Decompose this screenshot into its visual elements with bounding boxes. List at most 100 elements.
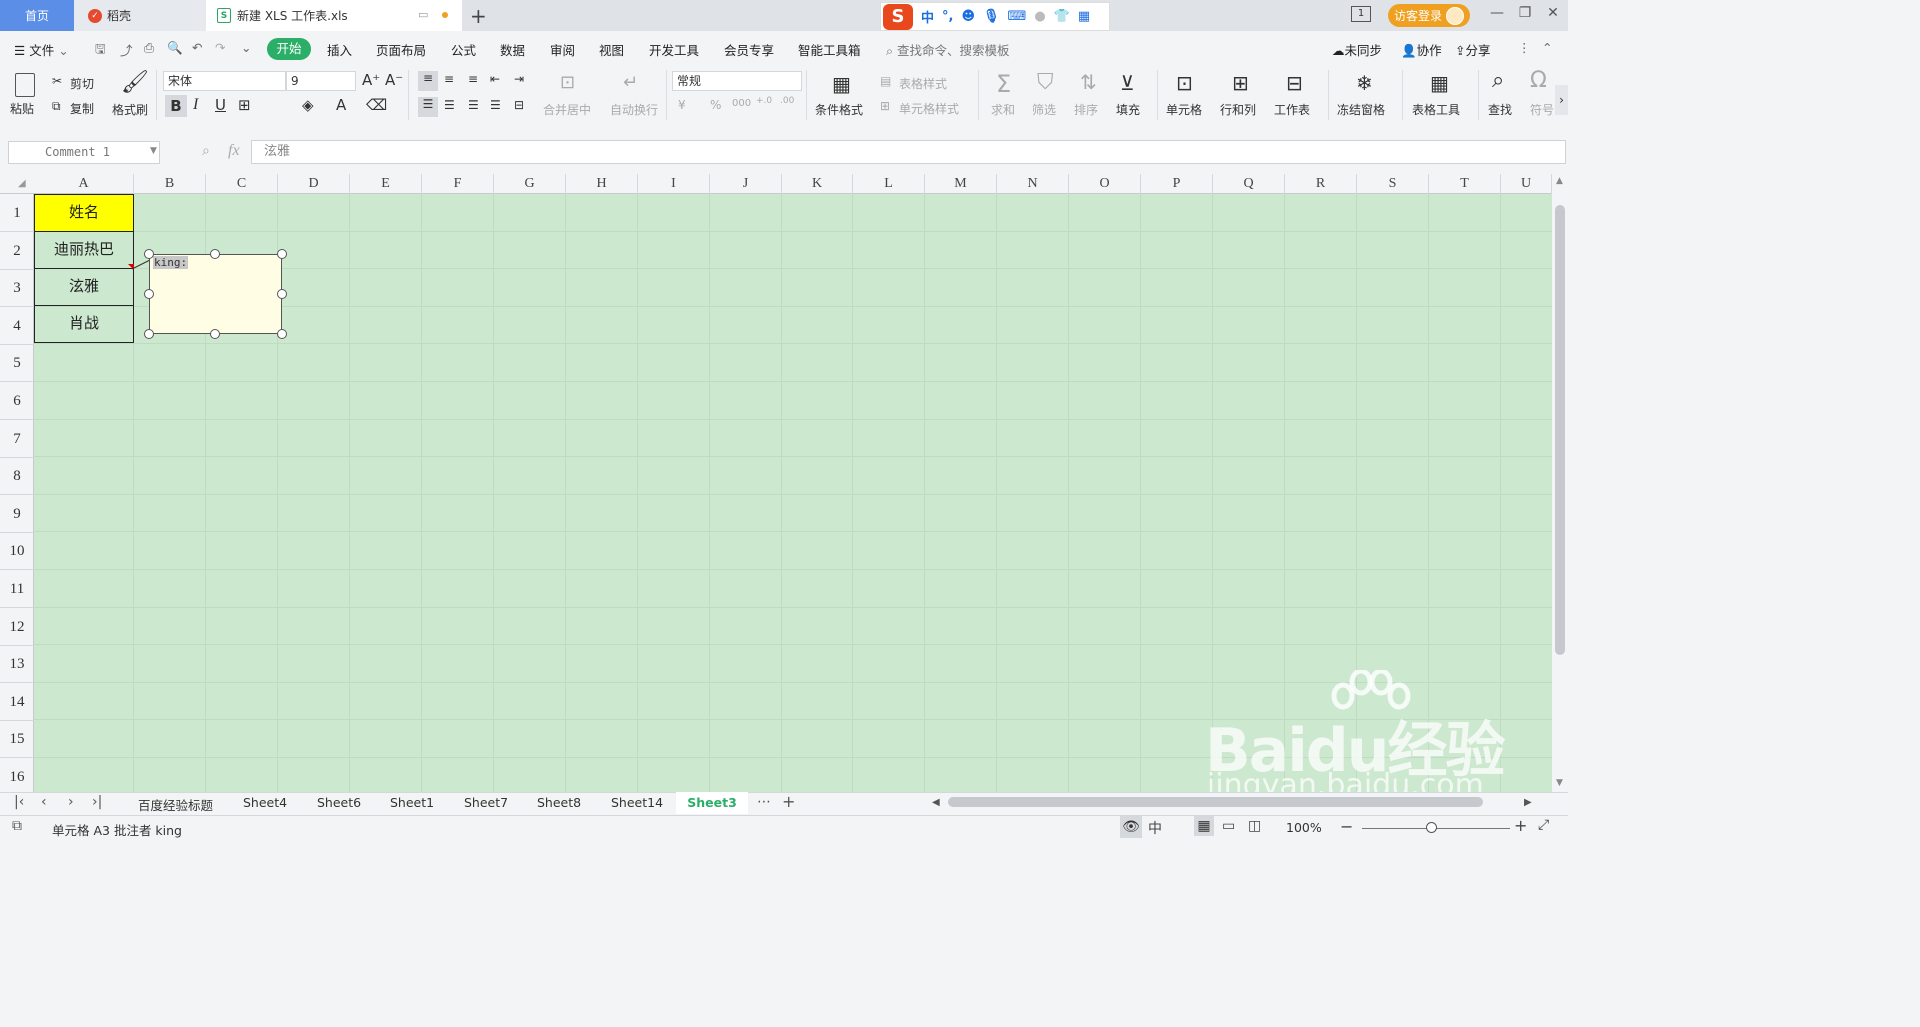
increase-decimal-icon[interactable]: +.0 — [756, 96, 772, 106]
paste-button[interactable]: 粘贴 — [10, 100, 34, 117]
paste-icon[interactable] — [15, 73, 35, 97]
cell-button[interactable]: 单元格 — [1166, 101, 1202, 118]
merge-center-button[interactable]: 合并居中 — [543, 101, 591, 118]
worksheet-button[interactable]: 工作表 — [1274, 101, 1310, 118]
menu-tab-view[interactable]: 视图 — [599, 40, 624, 59]
scroll-up-icon[interactable]: ▲ — [1556, 176, 1563, 186]
input-mode-icon[interactable]: 中 — [1148, 818, 1162, 838]
macro-record-icon[interactable]: ⧉ — [12, 818, 22, 834]
page-layout-view-icon[interactable]: ▭ — [1222, 818, 1235, 834]
column-header-K[interactable]: K — [782, 174, 853, 194]
row-header-16[interactable]: 16 — [0, 758, 34, 796]
ribbon-scroll-right-icon[interactable]: › — [1555, 85, 1568, 115]
column-header-C[interactable]: C — [206, 174, 278, 194]
formula-input[interactable]: 泫雅 — [251, 140, 1566, 164]
zoom-slider-knob[interactable] — [1426, 822, 1437, 833]
menu-tab-insert[interactable]: 插入 — [327, 40, 352, 59]
cell-A2[interactable]: 迪丽热巴 — [34, 231, 134, 269]
column-header-J[interactable]: J — [710, 174, 782, 194]
sort-icon[interactable]: ⇅ — [1080, 70, 1097, 94]
microphone-icon[interactable]: 🎙 — [983, 9, 1000, 24]
resize-handle[interactable] — [144, 249, 154, 259]
tab-document[interactable]: S 新建 XLS 工作表.xls ▭ — [206, 0, 462, 31]
ime-punctuation[interactable]: °, — [942, 9, 953, 24]
cell-style-button[interactable]: 单元格样式 — [899, 100, 959, 117]
underline-button[interactable]: U — [215, 96, 226, 114]
sync-status-button[interactable]: ☁未同步 — [1332, 40, 1382, 59]
fill-button[interactable]: 填充 — [1116, 101, 1140, 118]
format-painter-button[interactable]: 格式刷 — [112, 101, 148, 118]
more-options-icon[interactable]: ⋮ — [1518, 40, 1531, 55]
sheet-tab[interactable]: Sheet8 — [537, 795, 581, 810]
worksheet-icon[interactable]: ⊟ — [1286, 71, 1303, 95]
row-header-14[interactable]: 14 — [0, 683, 34, 721]
format-painter-icon[interactable]: 🖌 — [121, 70, 149, 95]
align-right-icon[interactable]: ☰ — [468, 98, 479, 112]
row-header-13[interactable]: 13 — [0, 645, 34, 683]
collaborate-button[interactable]: 👤协作 — [1401, 40, 1442, 59]
add-sheet-icon[interactable]: + — [782, 792, 795, 811]
zoom-level[interactable]: 100% — [1286, 820, 1322, 835]
number-format-select[interactable]: 常规 — [672, 71, 802, 91]
row-header-4[interactable]: 4 — [0, 307, 34, 345]
sheet-tab[interactable]: Sheet1 — [390, 795, 434, 810]
filter-button[interactable]: 筛选 — [1032, 101, 1056, 118]
distributed-icon[interactable]: ⊟ — [514, 98, 524, 112]
freeze-panes-icon[interactable]: ❄ — [1356, 71, 1373, 95]
table-style-button[interactable]: 表格样式 — [899, 75, 947, 92]
row-header-15[interactable]: 15 — [0, 720, 34, 758]
merge-center-icon[interactable]: ⊡ — [560, 72, 575, 93]
cell-A3[interactable]: 泫雅 — [34, 268, 134, 306]
menu-tab-member[interactable]: 会员专享 — [724, 40, 774, 59]
comment-box[interactable]: king: — [149, 254, 282, 334]
row-header-8[interactable]: 8 — [0, 457, 34, 495]
fill-icon[interactable]: ⊻ — [1120, 71, 1135, 95]
save-as-icon[interactable]: ⤴ — [120, 40, 133, 59]
align-left-icon[interactable]: ☰ — [418, 97, 438, 117]
conditional-format-icon[interactable]: ▦ — [832, 72, 851, 96]
sum-button[interactable]: 求和 — [991, 101, 1015, 118]
cell-icon[interactable]: ⊡ — [1176, 71, 1193, 95]
page-indicator[interactable]: 1 — [1351, 6, 1371, 22]
resize-handle[interactable] — [210, 329, 220, 339]
save-icon[interactable]: 🖫 — [95, 40, 106, 61]
resize-handle[interactable] — [277, 249, 287, 259]
menu-tab-developer[interactable]: 开发工具 — [649, 40, 699, 59]
bold-button[interactable]: B — [165, 95, 187, 117]
sheet-tab[interactable]: Sheet4 — [243, 795, 287, 810]
percent-icon[interactable]: % — [710, 98, 721, 112]
indent-increase-icon[interactable]: ⇥ — [514, 72, 524, 86]
sogou-logo-icon[interactable]: S — [883, 3, 913, 30]
horizontal-scroll-thumb[interactable] — [948, 797, 1483, 807]
ime-mode-chinese[interactable]: 中 — [921, 7, 934, 26]
cell-A4[interactable]: 肖战 — [34, 305, 134, 343]
prev-sheet-icon[interactable]: ‹ — [41, 794, 47, 810]
toolbox-grid-icon[interactable]: ▦ — [1078, 9, 1090, 24]
currency-icon[interactable]: ¥ — [678, 98, 686, 112]
menu-tab-formula[interactable]: 公式 — [451, 40, 476, 59]
column-header-G[interactable]: G — [494, 174, 566, 194]
row-header-12[interactable]: 12 — [0, 608, 34, 646]
sheet-tab[interactable]: 百度经验标题 — [138, 795, 213, 814]
customize-chevron-icon[interactable]: ⌄ — [241, 40, 251, 55]
cut-button[interactable]: 剪切 — [70, 75, 94, 92]
next-sheet-icon[interactable]: › — [68, 794, 74, 810]
column-header-O[interactable]: O — [1069, 174, 1141, 194]
column-header-F[interactable]: F — [422, 174, 494, 194]
select-all-corner[interactable]: ◢ — [18, 178, 26, 189]
fullscreen-icon[interactable]: ⤢ — [1538, 817, 1549, 833]
filter-icon[interactable]: ⛉ — [1037, 70, 1054, 95]
user-icon[interactable]: ● — [1034, 9, 1045, 24]
name-box[interactable]: Comment 1 — [8, 141, 160, 164]
redo-icon[interactable]: ↷ — [215, 40, 225, 55]
row-header-7[interactable]: 7 — [0, 420, 34, 458]
restore-button[interactable]: ❐ — [1514, 5, 1536, 25]
column-header-Q[interactable]: Q — [1213, 174, 1285, 194]
sheet-tab[interactable]: Sheet14 — [611, 795, 663, 810]
row-header-10[interactable]: 10 — [0, 532, 34, 570]
undo-icon[interactable]: ↶ — [192, 40, 202, 55]
tab-home[interactable]: 首页 — [0, 0, 74, 31]
row-header-6[interactable]: 6 — [0, 382, 34, 420]
row-header-11[interactable]: 11 — [0, 570, 34, 608]
file-menu[interactable]: ☰ 文件 ⌄ — [14, 40, 69, 59]
